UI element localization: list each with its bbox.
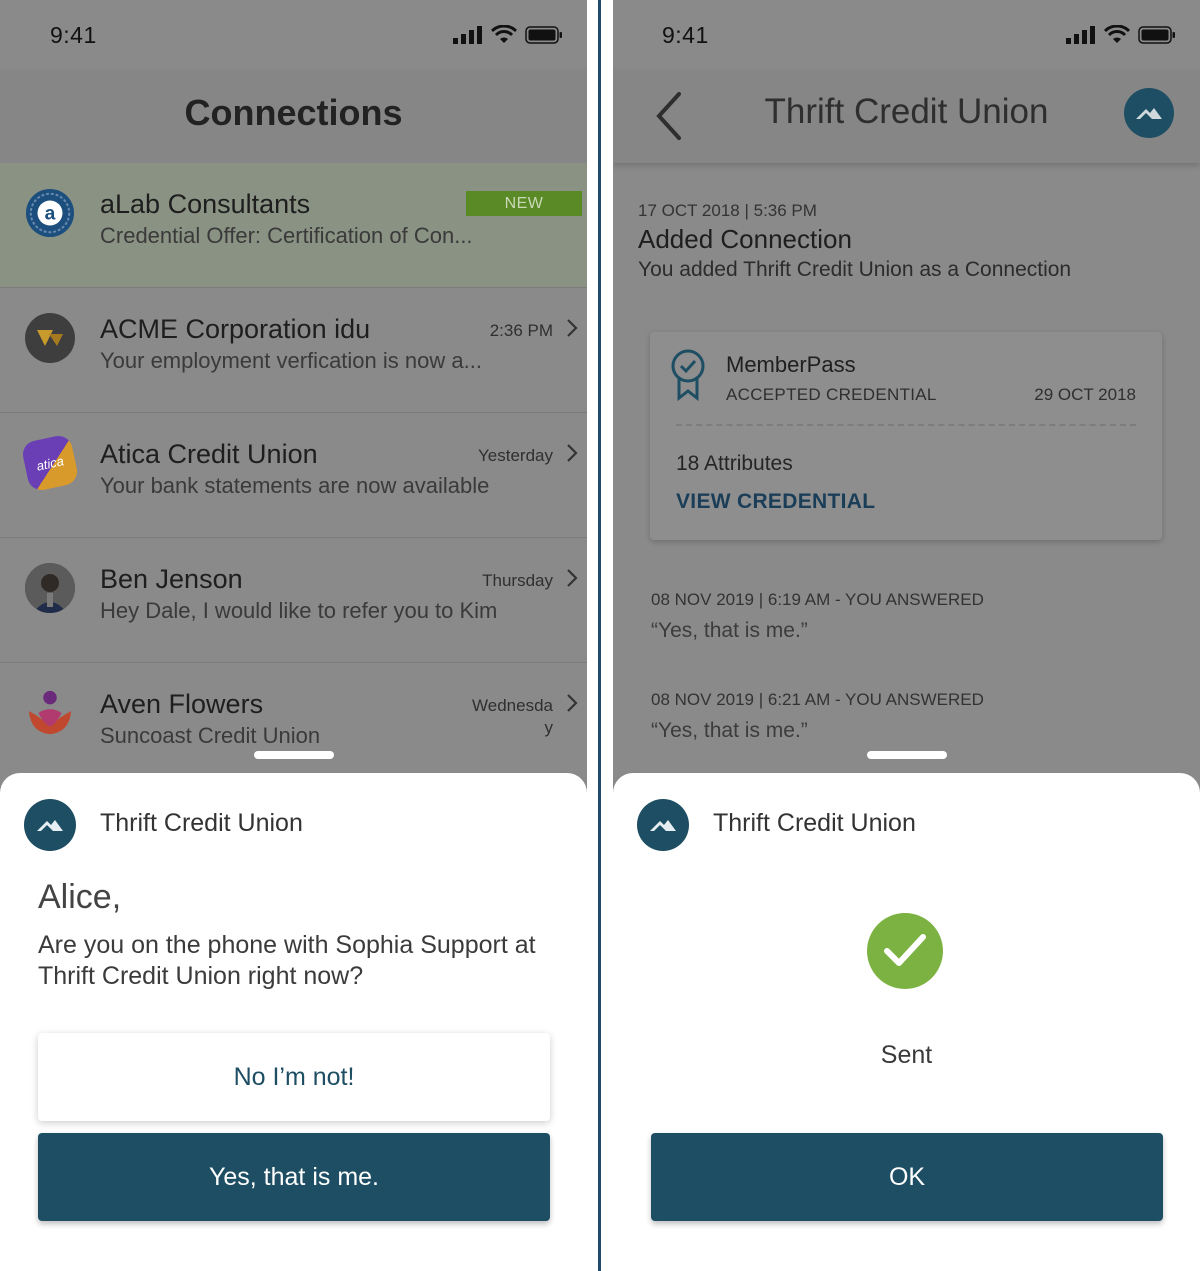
credential-status: ACCEPTED CREDENTIAL: [726, 385, 937, 404]
avatar: [25, 563, 75, 613]
ok-button[interactable]: OK: [651, 1133, 1163, 1221]
atica-logo: atica: [20, 433, 80, 493]
credential-card: MemberPass ACCEPTED CREDENTIAL 29 OCT 20…: [650, 332, 1162, 540]
status-time: 9:41: [50, 22, 97, 48]
acme-logo-icon: [25, 313, 75, 363]
connection-name: aLab Consultants: [100, 189, 311, 219]
connection-name: Ben Jenson: [100, 564, 243, 594]
list-item[interactable]: ACME Corporation idu Your employment ver…: [0, 288, 587, 413]
mountain-logo-icon[interactable]: [1124, 88, 1174, 138]
divider: [676, 424, 1136, 426]
connection-time: Wednesday: [472, 696, 553, 737]
battery-icon: [1138, 26, 1175, 44]
credential-attributes: 18 Attributes: [676, 452, 793, 475]
chevron-right-icon: [567, 694, 578, 712]
greeting: Alice,: [38, 878, 122, 916]
event-description: You added Thrift Credit Union as a Conne…: [638, 258, 1072, 281]
list-item[interactable]: Aven Flowers Suncoast Credit Union Wedne…: [0, 663, 587, 788]
panel-divider: [598, 0, 601, 1271]
event-date: 17 OCT 2018 | 5:36 PM: [638, 201, 817, 220]
connections-list: a aLab Consultants Credential Offer: Cer…: [0, 163, 587, 788]
mountain-logo-icon: [24, 799, 76, 851]
nav-bar: Connections: [0, 70, 587, 163]
question-text: Are you on the phone with Sophia Support…: [38, 931, 536, 990]
event-title: Added Connection: [638, 224, 852, 254]
connection-time: Thursday: [482, 571, 553, 590]
chevron-right-icon: [567, 444, 578, 462]
answer-date: 08 NOV 2019 | 6:21 AM - YOU ANSWERED: [651, 690, 984, 709]
wifi-icon: [491, 25, 517, 43]
alab-logo-icon: a: [25, 188, 75, 238]
signal-icon: [1066, 26, 1095, 44]
question-sheet: Thrift Credit Union Alice, Are you on th…: [0, 773, 587, 1271]
wifi-icon: [1104, 25, 1130, 43]
status-bar: 9:41: [0, 0, 587, 70]
signal-icon: [453, 26, 482, 44]
svg-text:a: a: [45, 204, 56, 225]
credential-date: 29 OCT 2018: [1034, 385, 1136, 404]
no-button[interactable]: No I’m not!: [38, 1033, 550, 1121]
list-item[interactable]: a aLab Consultants Credential Offer: Cer…: [0, 163, 587, 288]
chevron-right-icon: [567, 569, 578, 587]
aven-flowers-logo-icon: [25, 688, 75, 738]
ribbon-badge-icon: [671, 349, 705, 402]
sheet-grabber[interactable]: [867, 751, 947, 759]
yes-button[interactable]: Yes, that is me.: [38, 1133, 550, 1221]
connection-subtitle: Credential Offer: Certification of Con..…: [100, 223, 473, 248]
answer-date: 08 NOV 2019 | 6:19 AM - YOU ANSWERED: [651, 590, 984, 609]
mountain-logo-icon: [637, 799, 689, 851]
connections-screen: 9:41 Connections a aLab Consultants Cred…: [0, 0, 587, 1271]
page-title: Thrift Credit Union: [764, 92, 1049, 131]
connection-subtitle: Your employment verfication is now a...: [100, 348, 482, 373]
list-item[interactable]: atica Atica Credit Union Your bank state…: [0, 413, 587, 538]
conversation-screen: 9:41 Thrift Credit Union 17 OCT 2018 | 5…: [613, 0, 1200, 1271]
org-name: Thrift Credit Union: [100, 809, 303, 837]
status-icons: [453, 25, 563, 45]
confirmation-sheet: Thrift Credit Union Sent OK: [613, 773, 1200, 1271]
connection-name: ACME Corporation idu: [100, 314, 371, 344]
status-icons: [1066, 25, 1176, 45]
connection-time: 2:36 PM: [489, 321, 553, 340]
credential-name: MemberPass: [726, 352, 856, 377]
list-item[interactable]: Ben Jenson Hey Dale, I would like to ref…: [0, 538, 587, 663]
sent-label: Sent: [880, 1041, 933, 1069]
sheet-grabber[interactable]: [254, 751, 334, 759]
new-badge: NEW: [466, 191, 582, 216]
connection-subtitle: Hey Dale, I would like to refer you to K…: [100, 598, 498, 623]
answer-text: “Yes, that is me.”: [651, 619, 808, 642]
view-credential-link[interactable]: VIEW CREDENTIAL: [676, 490, 875, 514]
org-name: Thrift Credit Union: [713, 809, 916, 837]
answer-text: “Yes, that is me.”: [651, 719, 808, 742]
page-title: Connections: [184, 92, 403, 133]
status-time: 9:41: [662, 22, 709, 48]
connection-subtitle: Your bank statements are now available: [100, 473, 490, 498]
battery-icon: [525, 26, 562, 44]
checkmark-icon: [867, 913, 943, 989]
status-bar: 9:41: [613, 0, 1200, 70]
chevron-right-icon: [567, 319, 578, 337]
nav-bar: Thrift Credit Union: [613, 70, 1200, 163]
connection-name: Atica Credit Union: [100, 439, 318, 469]
connection-time: Yesterday: [478, 446, 553, 465]
connection-subtitle: Suncoast Credit Union: [100, 723, 321, 748]
connection-name: Aven Flowers: [100, 689, 264, 719]
